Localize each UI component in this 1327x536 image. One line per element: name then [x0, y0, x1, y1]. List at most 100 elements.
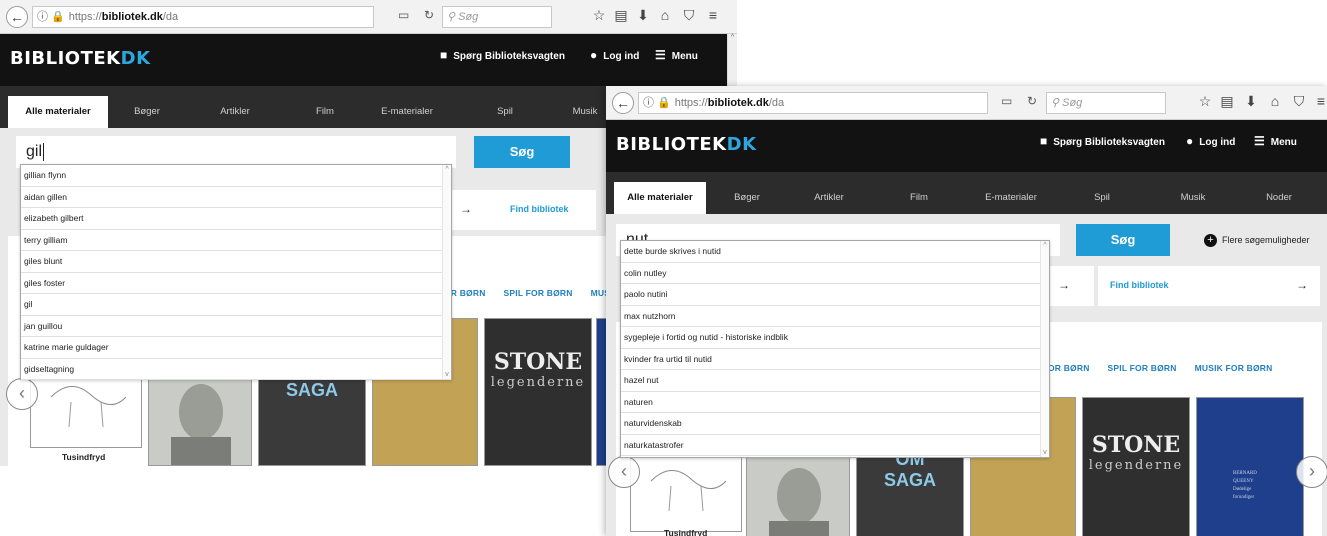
link-musik-for-born[interactable]: MUSIK FOR BØRN — [1195, 363, 1273, 373]
suggestion-item[interactable]: dette burde skrives i nutid — [621, 241, 1049, 263]
suggestion-item[interactable]: terry gilliam — [21, 230, 451, 251]
library-icon[interactable]: ▤ — [1218, 93, 1236, 110]
tab-boger[interactable]: Bøger — [706, 182, 788, 214]
tab-e-materialer[interactable]: E-materialer — [968, 182, 1054, 214]
library-icon[interactable]: ▤ — [612, 7, 630, 24]
ask-librarian-link[interactable]: ■ Spørg Biblioteksvagten — [1040, 134, 1165, 148]
tab-noder[interactable]: Noder — [1236, 182, 1322, 214]
plus-circle-icon: + — [1204, 234, 1217, 247]
book-cover-stone[interactable]: STONE legenderne — [484, 318, 592, 466]
bookmark-star-icon[interactable]: ☆ — [590, 7, 608, 24]
book-cover-portrait[interactable] — [746, 450, 850, 536]
scroll-up-icon[interactable]: ^ — [443, 166, 451, 173]
suggestion-item[interactable]: kvinder fra urtid til nutid — [621, 349, 1049, 370]
suggestion-item[interactable]: naturkatastrofer — [621, 435, 1049, 456]
dropdown-scrollbar[interactable]: ^ v — [1040, 241, 1049, 457]
suggestion-item[interactable]: gil — [21, 294, 451, 316]
tab-spil[interactable]: Spil — [470, 96, 540, 128]
back-icon[interactable]: ← — [6, 6, 28, 28]
suggestion-item[interactable]: giles blunt — [21, 251, 451, 273]
book-caption[interactable]: Tusindfryd — [664, 528, 707, 536]
login-link[interactable]: ● Log ind — [1186, 134, 1235, 148]
scroll-down-icon[interactable]: v — [443, 371, 451, 378]
tab-boger[interactable]: Bøger — [112, 96, 182, 128]
find-library-strip[interactable]: → Find bibliotek — [440, 190, 596, 230]
home-icon[interactable]: ⌂ — [1266, 93, 1284, 109]
menu-button[interactable]: ☰ Menu — [655, 48, 698, 62]
suggestion-item[interactable]: gidseltagning — [21, 359, 451, 380]
carousel-next-button[interactable]: › — [1296, 456, 1327, 488]
link-spil-for-born[interactable]: SPIL FOR BØRN — [1108, 363, 1177, 373]
address-bar[interactable]: ⓘ 🔒 https://bibliotek.dk/da — [638, 92, 988, 114]
reader-view-icon[interactable]: ▭ — [398, 8, 409, 22]
site-logo[interactable]: BIBLIOTEKDK — [10, 48, 151, 69]
reload-icon[interactable]: ↻ — [424, 8, 434, 22]
browser-search-input[interactable]: ⚲ Søg — [1046, 92, 1166, 114]
address-bar[interactable]: ⓘ 🔒 https://bibliotek.dk/da — [32, 6, 374, 28]
info-icon[interactable]: ⓘ — [643, 97, 654, 109]
book-caption[interactable]: Tusindfryd — [62, 452, 105, 462]
suggestion-item[interactable]: gillian flynn — [21, 165, 451, 187]
find-library-link[interactable]: Find bibliotek — [510, 204, 569, 214]
hamburger-menu-icon[interactable]: ≡ — [704, 7, 722, 23]
info-icon[interactable]: ⓘ — [37, 11, 48, 23]
bookmark-star-icon[interactable]: ☆ — [1196, 93, 1214, 110]
search-button[interactable]: Søg — [474, 136, 570, 168]
suggestion-item[interactable]: sygepleje i fortid og nutid - historiske… — [621, 327, 1049, 349]
dropdown-scrollbar[interactable]: ^ v — [442, 165, 451, 379]
ask-librarian-link[interactable]: ■ Spørg Biblioteksvagten — [440, 48, 565, 62]
tab-film[interactable]: Film — [870, 182, 968, 214]
site-logo[interactable]: BIBLIOTEKDK — [616, 134, 757, 155]
suggestion-item[interactable]: katrine marie guldager — [21, 337, 451, 359]
pocket-icon[interactable]: ⛉ — [680, 7, 698, 24]
tab-alle-materialer[interactable]: Alle materialer — [614, 182, 706, 214]
pocket-icon[interactable]: ⛉ — [1290, 93, 1308, 110]
scroll-down-icon[interactable]: v — [1041, 449, 1049, 456]
scroll-up-icon[interactable]: ^ — [731, 34, 734, 41]
search-button[interactable]: Søg — [1076, 224, 1170, 256]
download-icon[interactable]: ⬇ — [634, 7, 652, 24]
browser-search-input[interactable]: ⚲ Søg — [442, 6, 552, 28]
menu-button[interactable]: ☰ Menu — [1254, 134, 1297, 148]
carousel-prev-button[interactable]: ‹ — [6, 378, 38, 410]
login-link[interactable]: ● Log ind — [590, 48, 639, 62]
reader-view-icon[interactable]: ▭ — [1001, 94, 1012, 108]
tab-spil[interactable]: Spil — [1054, 182, 1150, 214]
book-cover-bernard[interactable]: BERNARD QUEENY Dødelige forundiger — [1196, 397, 1304, 536]
suggestion-item[interactable]: colin nutley — [621, 263, 1049, 284]
tab-artikler[interactable]: Artikler — [200, 96, 270, 128]
suggestion-item[interactable]: elizabeth gilbert — [21, 208, 451, 230]
horse-illustration — [650, 470, 727, 512]
suggestion-item[interactable]: naturvidenskab — [621, 413, 1049, 435]
suggestion-item[interactable]: aidan gillen — [21, 187, 451, 208]
tab-musik[interactable]: Musik — [1150, 182, 1236, 214]
suggestion-item[interactable]: max nutzhorn — [621, 306, 1049, 327]
link-film-for-born[interactable]: OR BØRN — [1048, 363, 1090, 373]
tab-film[interactable]: Film — [290, 96, 360, 128]
strip-left[interactable]: → — [1044, 266, 1094, 306]
find-library-strip[interactable]: Find bibliotek → — [1098, 266, 1320, 306]
tab-musik[interactable]: Musik — [560, 96, 610, 128]
suggestion-item[interactable]: jan guillou — [21, 316, 451, 337]
hamburger-menu-icon[interactable]: ≡ — [1312, 93, 1327, 109]
scroll-up-icon[interactable]: ^ — [1041, 242, 1049, 249]
hamburger-icon: ☰ — [1254, 134, 1265, 148]
suggestion-item[interactable]: paolo nutini — [621, 284, 1049, 306]
suggestion-item[interactable]: naturen — [621, 392, 1049, 413]
book-cover-tusindfryd[interactable] — [630, 450, 742, 532]
home-icon[interactable]: ⌂ — [656, 7, 674, 23]
carousel-prev-button[interactable]: ‹ — [608, 456, 640, 488]
find-library-link[interactable]: Find bibliotek — [1110, 280, 1169, 290]
book-cover-stone[interactable]: STONE legenderne — [1082, 397, 1190, 536]
link-spil-for-born[interactable]: SPIL FOR BØRN — [504, 288, 573, 298]
tab-artikler[interactable]: Artikler — [788, 182, 870, 214]
more-search-options-link[interactable]: + Flere søgemuligheder — [1204, 234, 1310, 247]
tab-e-materialer[interactable]: E-materialer — [362, 96, 452, 128]
tab-alle-materialer[interactable]: Alle materialer — [8, 96, 108, 128]
suggestion-item[interactable]: giles foster — [21, 273, 451, 294]
back-icon[interactable]: ← — [612, 92, 634, 114]
suggestion-item[interactable]: hazel nut — [621, 370, 1049, 392]
book-cover-portrait[interactable] — [148, 366, 252, 466]
reload-icon[interactable]: ↻ — [1027, 94, 1037, 108]
download-icon[interactable]: ⬇ — [1242, 93, 1260, 110]
